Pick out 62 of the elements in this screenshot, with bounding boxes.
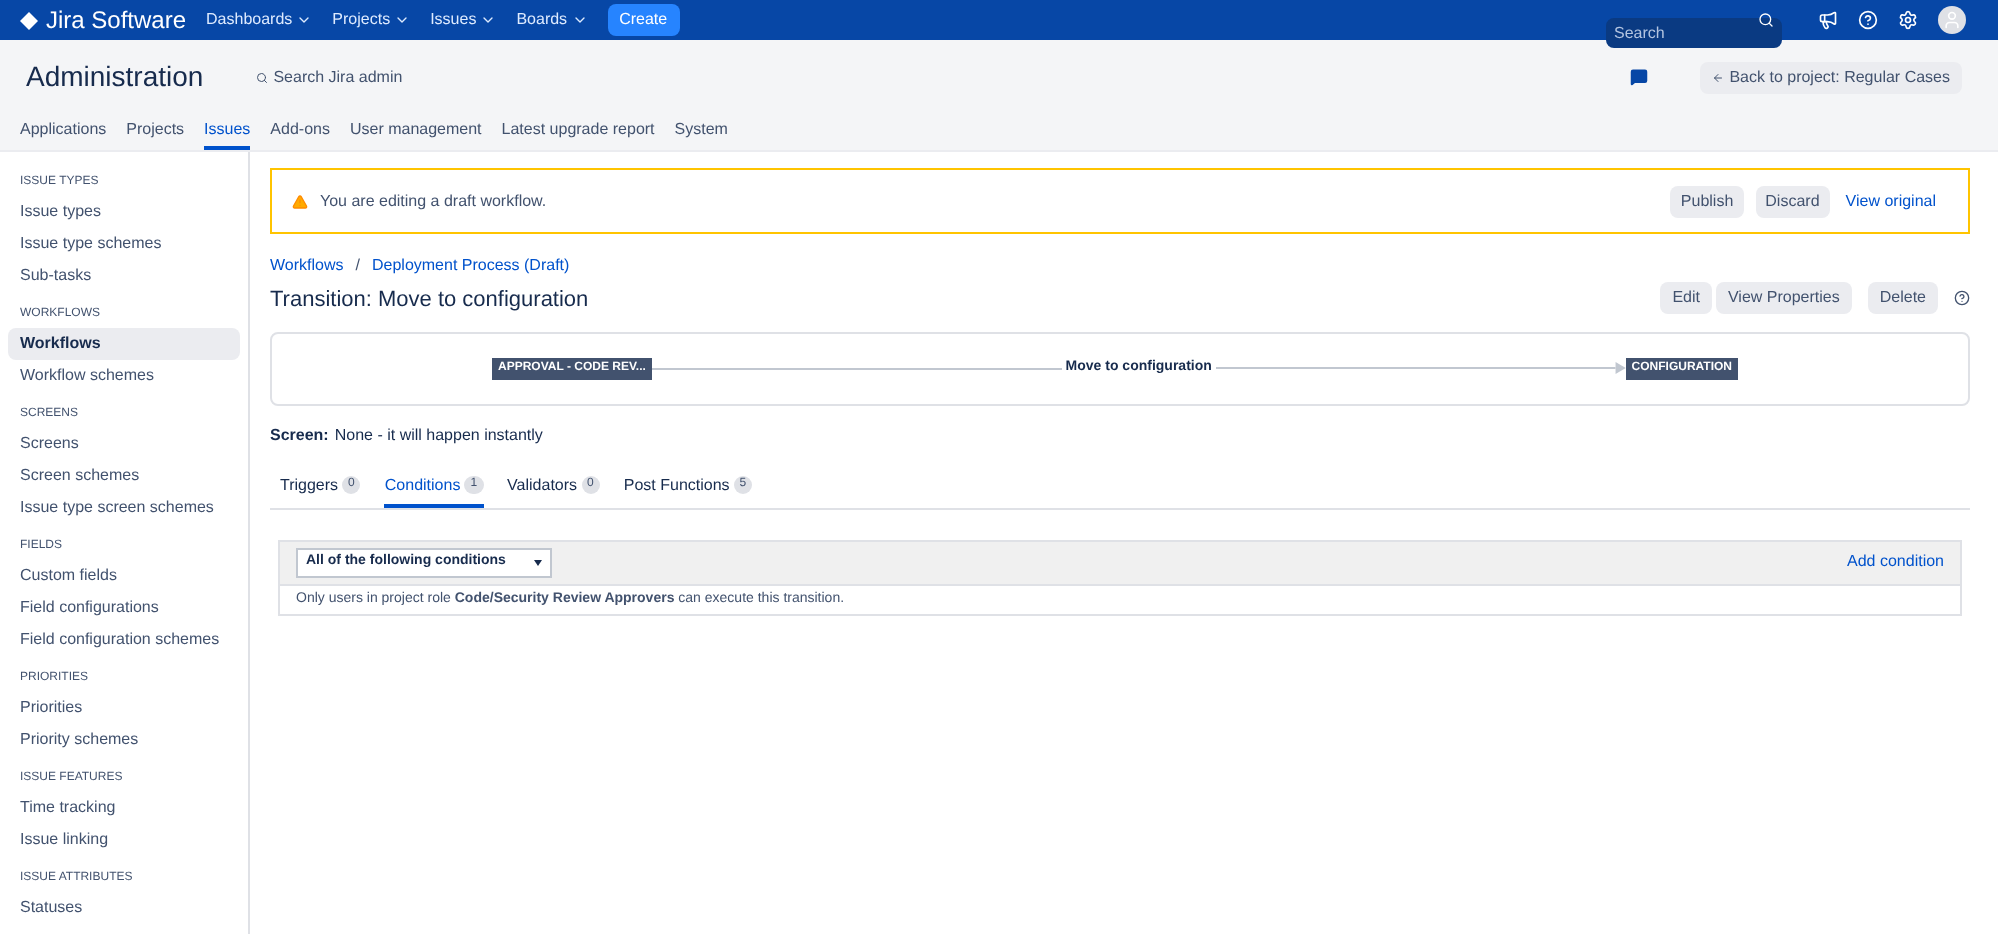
admin-tab[interactable]: System <box>674 118 728 150</box>
page-heading: Administration <box>26 58 204 97</box>
sidebar-item[interactable]: Sub-tasks <box>8 260 240 292</box>
sidebar-item[interactable]: Issue types <box>8 196 240 228</box>
dropdown-caret-icon <box>534 559 542 565</box>
sidebar-item[interactable]: Time tracking <box>8 792 240 824</box>
avatar-icon[interactable] <box>1938 6 1966 34</box>
admin-tab[interactable]: Issues <box>204 118 251 150</box>
nav-menu[interactable]: Issues <box>430 8 497 32</box>
sidebar-item[interactable]: Field configurations <box>8 592 240 624</box>
view-original-link[interactable]: View original <box>1845 189 1936 213</box>
action-button[interactable]: Edit <box>1660 281 1712 313</box>
sidebar-item[interactable]: Field configuration schemes <box>8 624 240 656</box>
sidebar-item[interactable]: Issue type screen schemes <box>8 492 240 524</box>
sidebar-item[interactable]: Workflows <box>8 328 240 360</box>
search-admin-link[interactable]: Search Jira admin <box>255 65 403 90</box>
admin-tab[interactable]: User management <box>349 118 482 150</box>
search-field[interactable]: Search <box>1606 17 1782 47</box>
warning-icon <box>292 193 308 209</box>
arrow-left-icon <box>1711 71 1724 84</box>
banner-message: You are editing a draft workflow. <box>320 189 547 213</box>
breadcrumb-separator: / <box>355 254 360 278</box>
nav-menu[interactable]: Boards <box>516 8 588 32</box>
chevron-down-icon <box>571 12 588 28</box>
sidebar-item[interactable]: Workflow schemes <box>8 360 240 392</box>
sidebar-item[interactable]: Issue type schemes <box>8 228 240 260</box>
screen-value: None - it will happen instantly <box>334 423 543 447</box>
settings-icon[interactable] <box>1898 10 1918 30</box>
search-icon <box>1758 12 1774 28</box>
chevron-down-icon <box>296 12 313 28</box>
banner-button[interactable]: Discard <box>1755 185 1830 217</box>
back-to-project-button[interactable]: Back to project: Regular Cases <box>1699 61 1962 94</box>
sidebar-item[interactable]: Screens <box>8 428 240 460</box>
screen-label: Screen: <box>270 423 329 447</box>
admin-tab[interactable]: Add-ons <box>270 118 330 150</box>
create-button[interactable]: Create <box>607 4 680 36</box>
sidebar-item[interactable]: Priorities <box>8 692 240 724</box>
sidebar-item[interactable]: Custom fields <box>8 560 240 592</box>
chevron-down-icon <box>480 12 497 28</box>
sidebar-item[interactable]: Issue linking <box>8 824 240 856</box>
nav-menu[interactable]: Projects <box>332 8 411 32</box>
megaphone-icon[interactable] <box>1818 10 1838 30</box>
nav-menu[interactable]: Dashboards <box>206 8 313 32</box>
admin-tab[interactable]: Projects <box>126 118 185 150</box>
sidebar-item[interactable]: Priority schemes <box>8 724 240 756</box>
transition-title: Transition: Move to configuration <box>270 286 589 316</box>
chevron-down-icon <box>394 12 411 28</box>
action-button[interactable]: View Properties <box>1715 281 1852 313</box>
sidebar-item[interactable]: Statuses <box>8 892 240 924</box>
banner-button[interactable]: Publish <box>1670 185 1744 217</box>
product-logo-text[interactable]: Jira Software <box>46 2 187 38</box>
feedback-icon[interactable] <box>1629 68 1648 87</box>
admin-tab[interactable]: Latest upgrade report <box>501 118 655 150</box>
add-condition-link[interactable]: Add condition <box>1847 550 1944 574</box>
search-icon <box>255 71 268 84</box>
action-button[interactable]: Delete <box>1867 281 1938 313</box>
sidebar-item[interactable]: Screen schemes <box>8 460 240 492</box>
admin-tab[interactable]: Applications <box>20 118 107 150</box>
diamond-logo-icon <box>20 11 38 29</box>
breadcrumb-link[interactable]: Deployment Process (Draft) <box>371 254 570 278</box>
help-icon[interactable] <box>1954 289 1970 305</box>
breadcrumb-link[interactable]: Workflows <box>270 254 344 278</box>
